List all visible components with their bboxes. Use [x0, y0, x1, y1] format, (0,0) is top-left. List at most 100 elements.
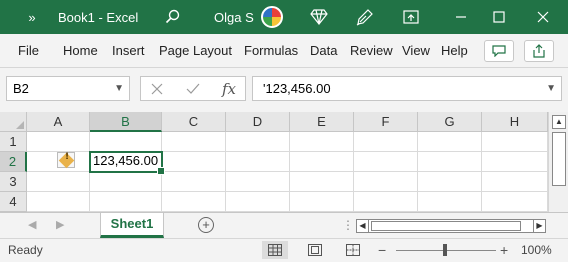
column-header[interactable]: A	[27, 112, 90, 132]
column-header[interactable]: H	[482, 112, 548, 132]
cell[interactable]	[162, 192, 226, 212]
cell[interactable]	[354, 192, 418, 212]
cell[interactable]	[90, 132, 162, 152]
cell[interactable]	[354, 172, 418, 192]
name-box[interactable]: B2 ▼	[6, 76, 130, 101]
cell[interactable]	[226, 152, 290, 172]
select-all-button[interactable]	[0, 112, 27, 132]
window-title: Book1 - Excel	[58, 9, 139, 25]
cell[interactable]	[290, 172, 354, 192]
cell[interactable]	[290, 152, 354, 172]
page-layout-view-button[interactable]	[302, 241, 328, 259]
normal-view-button[interactable]	[262, 241, 288, 259]
tab-split-handle[interactable]: ⋮	[342, 213, 354, 237]
horizontal-scrollbar[interactable]: ◀ ▶	[356, 219, 546, 233]
cell[interactable]	[90, 172, 162, 192]
cell[interactable]	[226, 172, 290, 192]
cell[interactable]	[482, 172, 548, 192]
tab-data[interactable]: Data	[310, 34, 337, 68]
tab-page-layout[interactable]: Page Layout	[159, 34, 232, 68]
row-header[interactable]: 4	[0, 192, 27, 212]
chevron-down-icon[interactable]: ▼	[546, 77, 556, 100]
column-header[interactable]: G	[418, 112, 482, 132]
page-layout-icon	[308, 244, 322, 256]
add-sheet-button[interactable]: +	[198, 217, 214, 233]
grid-icon	[268, 244, 282, 256]
enter-check-icon[interactable]	[178, 76, 208, 101]
cell[interactable]	[226, 192, 290, 212]
maximize-button[interactable]	[482, 0, 516, 34]
cell[interactable]	[290, 192, 354, 212]
cell[interactable]	[162, 132, 226, 152]
scroll-thumb[interactable]	[552, 132, 566, 186]
tab-review[interactable]: Review	[350, 34, 393, 68]
column-header[interactable]: D	[226, 112, 290, 132]
cell[interactable]	[226, 132, 290, 152]
chevron-down-icon[interactable]: ▼	[114, 77, 124, 100]
search-icon[interactable]	[160, 0, 186, 34]
row-header[interactable]: 2	[0, 152, 27, 172]
comments-button[interactable]	[484, 40, 514, 62]
tab-help[interactable]: Help	[441, 34, 468, 68]
zoom-in-button[interactable]: +	[500, 239, 508, 261]
name-box-value: B2	[13, 81, 29, 96]
column-header[interactable]: F	[354, 112, 418, 132]
error-check-button[interactable]: !	[57, 152, 75, 168]
cell[interactable]	[482, 132, 548, 152]
column-header[interactable]: C	[162, 112, 226, 132]
cell[interactable]	[418, 192, 482, 212]
sheet-tab[interactable]: Sheet1	[100, 213, 164, 238]
worksheet-grid[interactable]: A B C D E F G H 1 2 3 4 123,456.00 ! ▲	[0, 112, 568, 212]
ribbon-tabs: File Home Insert Page Layout Formulas Da…	[0, 34, 568, 68]
next-sheet-button[interactable]: ▶	[56, 213, 64, 237]
scroll-thumb[interactable]	[371, 221, 521, 231]
user-name[interactable]: Olga S	[214, 0, 254, 34]
column-header[interactable]: B	[90, 112, 162, 132]
cell[interactable]	[90, 192, 162, 212]
cell[interactable]	[354, 152, 418, 172]
vertical-scrollbar[interactable]: ▲	[548, 112, 568, 212]
cancel-icon[interactable]	[142, 76, 172, 101]
pen-icon[interactable]	[352, 0, 378, 34]
cell[interactable]	[162, 172, 226, 192]
tab-insert[interactable]: Insert	[112, 34, 145, 68]
cell[interactable]	[418, 172, 482, 192]
scroll-left-button[interactable]: ◀	[357, 220, 369, 232]
cell[interactable]	[27, 192, 90, 212]
tab-view[interactable]: View	[402, 34, 430, 68]
cell[interactable]	[482, 152, 548, 172]
cell[interactable]	[162, 152, 226, 172]
cell[interactable]	[418, 132, 482, 152]
row-header[interactable]: 3	[0, 172, 27, 192]
cell[interactable]	[290, 132, 354, 152]
tab-home[interactable]: Home	[63, 34, 98, 68]
diamond-icon[interactable]	[306, 0, 332, 34]
scroll-right-button[interactable]: ▶	[533, 220, 545, 232]
tab-file[interactable]: File	[18, 34, 39, 68]
insert-function-button[interactable]: fx	[214, 76, 244, 101]
quick-access-more-button[interactable]: »	[22, 0, 42, 34]
avatar[interactable]	[260, 0, 284, 34]
cell[interactable]	[27, 132, 90, 152]
cell[interactable]	[27, 172, 90, 192]
cell[interactable]	[418, 152, 482, 172]
close-button[interactable]	[526, 0, 560, 34]
column-header[interactable]: E	[290, 112, 354, 132]
tab-formulas[interactable]: Formulas	[244, 34, 298, 68]
warning-glyph: !	[64, 152, 70, 162]
ribbon-display-options-icon[interactable]	[398, 0, 424, 34]
scroll-up-button[interactable]: ▲	[552, 115, 566, 129]
minimize-button[interactable]	[444, 0, 478, 34]
title-bar: » Book1 - Excel Olga S	[0, 0, 568, 34]
cell[interactable]	[482, 192, 548, 212]
zoom-level[interactable]: 100%	[521, 239, 552, 261]
cell[interactable]	[354, 132, 418, 152]
share-button[interactable]	[524, 40, 554, 62]
cell-b2[interactable]: 123,456.00	[89, 151, 165, 175]
page-break-view-button[interactable]	[340, 241, 366, 259]
zoom-out-button[interactable]: −	[378, 239, 386, 261]
previous-sheet-button[interactable]: ◀	[28, 213, 36, 237]
zoom-slider-thumb[interactable]	[443, 244, 447, 256]
row-header[interactable]: 1	[0, 132, 27, 152]
formula-input[interactable]: '123,456.00 ▼	[252, 76, 562, 101]
